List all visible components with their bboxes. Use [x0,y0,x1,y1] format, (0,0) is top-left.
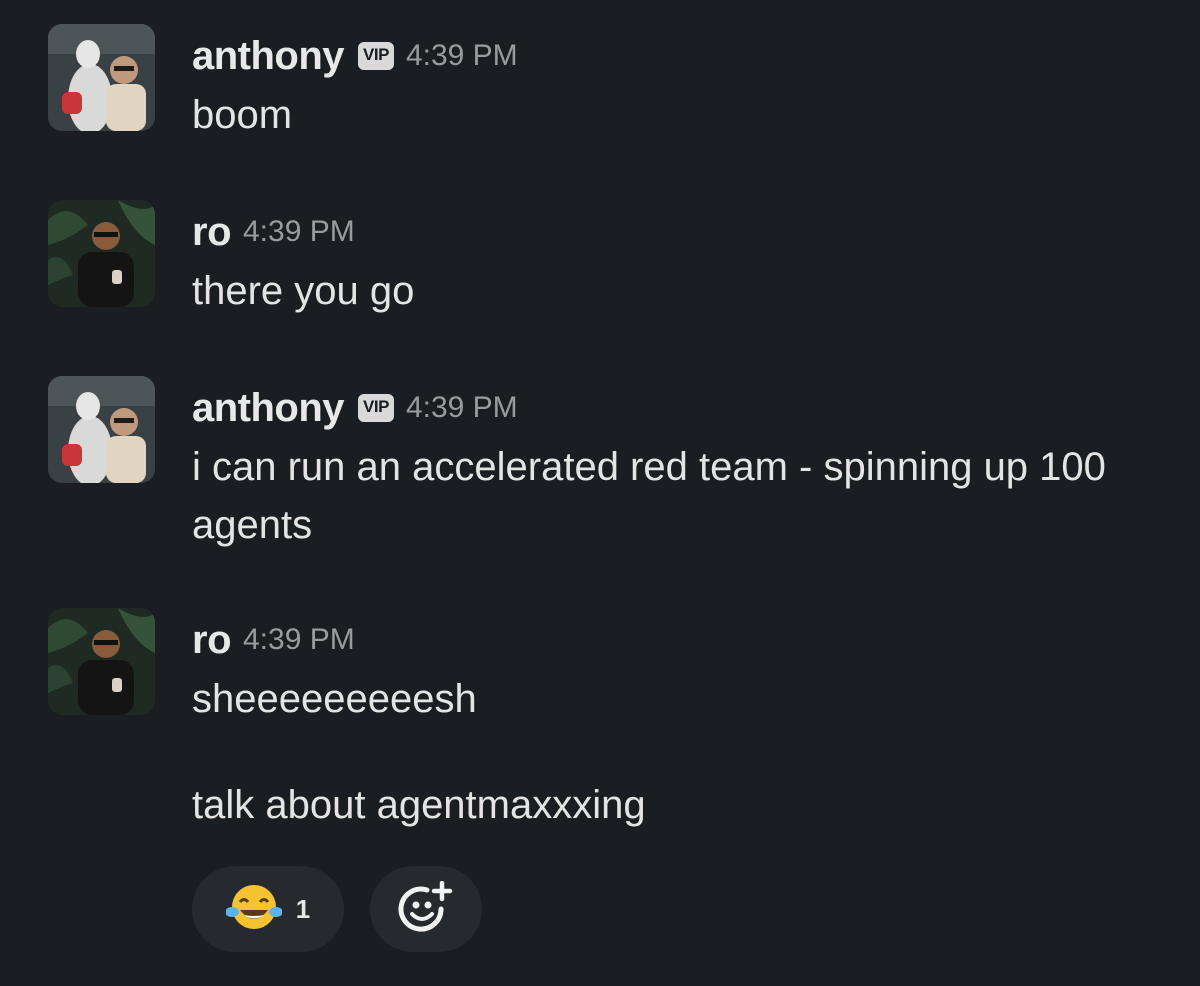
timestamp[interactable]: 4:39 PM [406,39,518,73]
avatar-ro[interactable] [48,608,155,715]
reaction-laugh-button[interactable]: 1 [192,866,344,952]
add-reaction-icon [397,880,455,938]
message-text: i can run an accelerated red team - spin… [192,445,1106,547]
sender-name[interactable]: ro [192,210,232,255]
vip-badge: VIP [358,42,394,70]
sender-name[interactable]: anthony [192,386,345,431]
avatar-anthony[interactable] [48,376,155,483]
sender-name[interactable]: ro [192,618,232,663]
message-text: sheeeeeeeeesh [192,677,477,721]
message-text: talk about agentmaxxxing [192,783,646,827]
sender-name[interactable]: anthony [192,34,345,79]
reaction-count: 1 [295,893,311,924]
reactions-bar: 1 [192,866,482,952]
timestamp[interactable]: 4:39 PM [406,391,518,425]
avatar-anthony[interactable] [48,24,155,131]
avatar-ro[interactable] [48,200,155,307]
timestamp[interactable]: 4:39 PM [243,623,355,657]
message-text: there you go [192,269,415,313]
message-text: boom [192,93,293,137]
face-with-tears-of-joy-icon [224,882,283,937]
timestamp[interactable]: 4:39 PM [243,215,355,249]
vip-badge: VIP [358,394,394,422]
add-reaction-button[interactable] [370,866,482,952]
